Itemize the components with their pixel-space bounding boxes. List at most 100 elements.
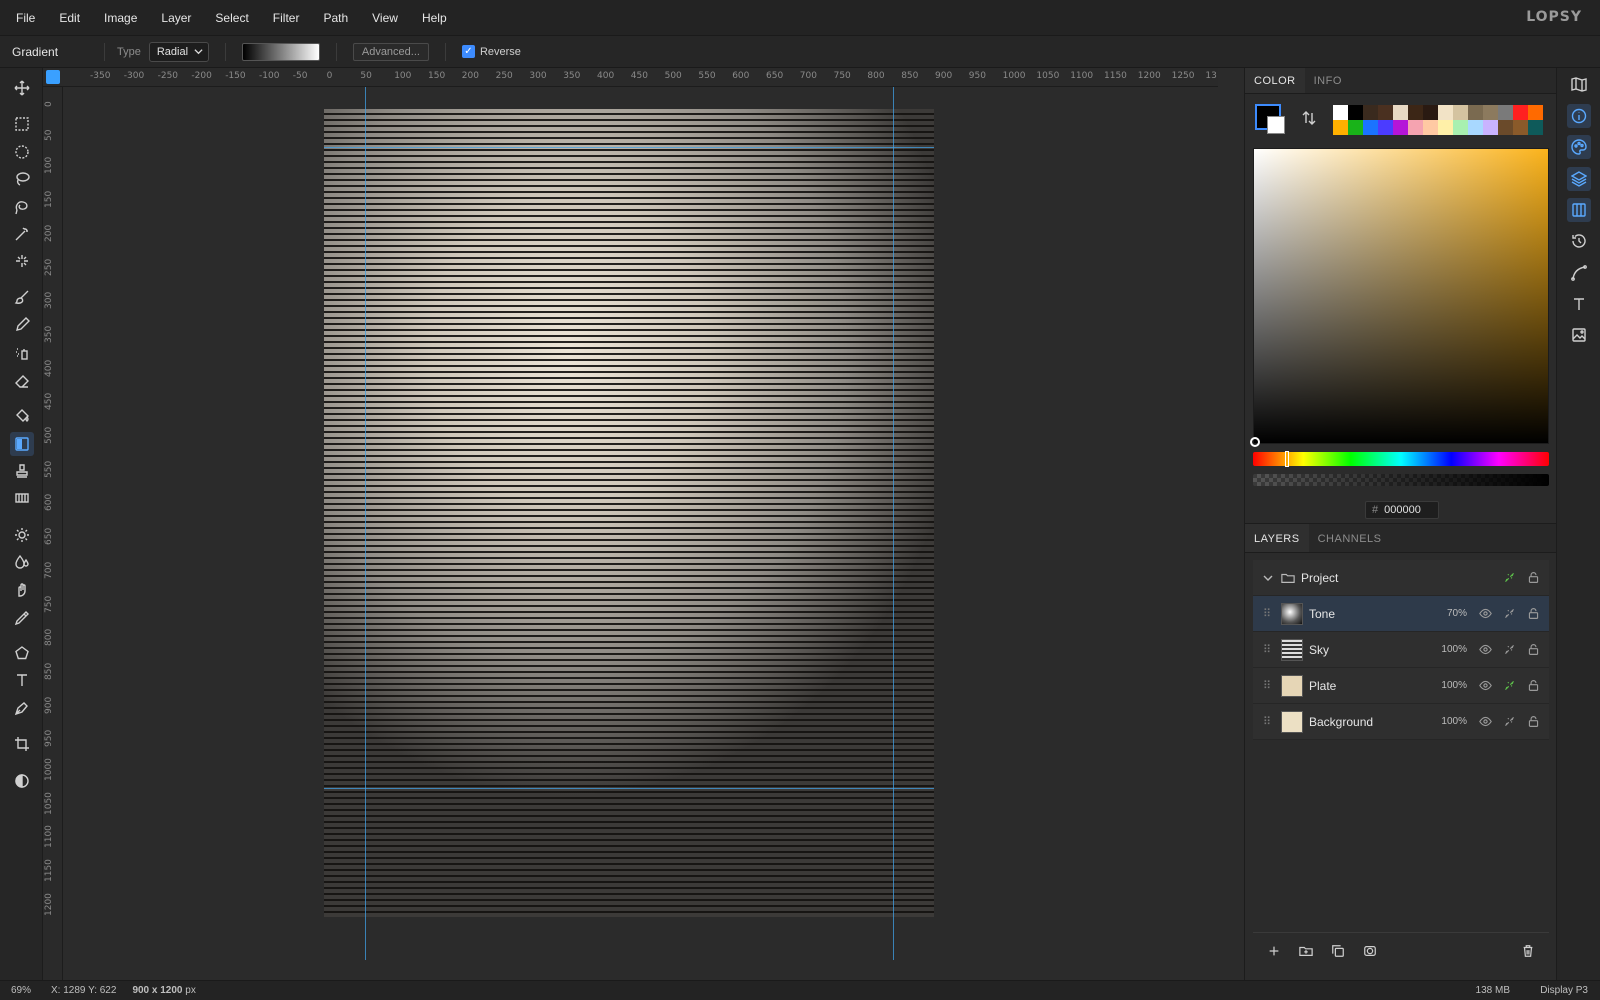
gradient-type-select[interactable]: Radial	[148, 41, 209, 62]
palette-swatch[interactable]	[1348, 120, 1363, 135]
link-toggle[interactable]	[1501, 606, 1517, 622]
guide-vertical[interactable]	[365, 87, 366, 960]
horizontal-ruler[interactable]: -350 -300 -250 -200 -150 -100 -50 0 50 100 150 200 2…	[43, 68, 1218, 87]
character-panel-button[interactable]	[1567, 292, 1591, 316]
palette-swatch[interactable]	[1513, 120, 1528, 135]
menu-help[interactable]: Help	[410, 0, 459, 36]
lock-toggle[interactable]	[1525, 678, 1541, 694]
guide-vertical[interactable]	[893, 87, 894, 960]
palette-swatch[interactable]	[1408, 120, 1423, 135]
visibility-toggle[interactable]	[1477, 714, 1493, 730]
eyedropper-tool[interactable]	[10, 606, 34, 630]
bucket-tool[interactable]	[10, 404, 34, 428]
text-tool[interactable]	[10, 668, 34, 692]
navigator-panel-button[interactable]	[1567, 72, 1591, 96]
link-toggle[interactable]	[1501, 570, 1517, 586]
reverse-checkbox[interactable]: ✓	[461, 45, 475, 58]
swap-colors-button[interactable]	[1301, 110, 1317, 129]
magic-wand-tool[interactable]	[10, 222, 34, 246]
palette-swatch[interactable]	[1363, 105, 1378, 120]
layers-panel-button[interactable]	[1567, 167, 1591, 191]
rect-select-tool[interactable]	[10, 112, 34, 136]
menu-layer[interactable]: Layer	[149, 0, 203, 36]
advanced-button[interactable]: Advanced...	[352, 42, 429, 61]
menu-filter[interactable]: Filter	[261, 0, 312, 36]
lock-toggle[interactable]	[1525, 606, 1541, 622]
mask-layer-button[interactable]	[1359, 940, 1381, 962]
canvas-viewport[interactable]	[63, 87, 1218, 960]
dodge-tool[interactable]	[10, 523, 34, 547]
palette-swatch[interactable]	[1453, 105, 1468, 120]
palette-swatch[interactable]	[1363, 120, 1378, 135]
layer-group-row[interactable]: Project	[1253, 560, 1549, 596]
palette-swatch[interactable]	[1468, 105, 1483, 120]
menu-file[interactable]: File	[0, 0, 47, 36]
palette-swatch[interactable]	[1498, 120, 1513, 135]
visibility-toggle[interactable]	[1477, 642, 1493, 658]
spray-tool[interactable]	[10, 341, 34, 365]
pencil-tool[interactable]	[10, 313, 34, 337]
pattern-tool[interactable]	[10, 486, 34, 510]
palette-swatch[interactable]	[1333, 120, 1348, 135]
layer-row[interactable]: ⠿ Tone 70%	[1253, 596, 1549, 632]
lock-toggle[interactable]	[1525, 642, 1541, 658]
layer-opacity[interactable]: 100%	[1427, 716, 1467, 727]
drag-handle-icon[interactable]: ⠿	[1257, 715, 1277, 728]
zoom-level[interactable]: 69%	[0, 985, 43, 996]
lock-toggle[interactable]	[1525, 570, 1541, 586]
new-group-button[interactable]	[1295, 940, 1317, 962]
palette-swatch[interactable]	[1378, 120, 1393, 135]
link-toggle[interactable]	[1501, 714, 1517, 730]
palette-swatch[interactable]	[1423, 120, 1438, 135]
background-color-swatch[interactable]	[1267, 116, 1285, 134]
palette-swatch[interactable]	[1348, 105, 1363, 120]
crop-tool[interactable]	[10, 732, 34, 756]
layer-opacity[interactable]: 100%	[1427, 644, 1467, 655]
layer-row[interactable]: ⠿ Plate 100%	[1253, 668, 1549, 704]
eraser-tool[interactable]	[10, 369, 34, 393]
paths-panel-button[interactable]	[1567, 261, 1591, 285]
palette-swatch[interactable]	[1528, 120, 1543, 135]
gradient-preview[interactable]	[241, 42, 320, 61]
palette-swatch[interactable]	[1378, 105, 1393, 120]
info-panel-button[interactable]	[1567, 104, 1591, 128]
palette-swatch[interactable]	[1408, 105, 1423, 120]
blur-tool[interactable]	[10, 550, 34, 574]
drag-handle-icon[interactable]: ⠿	[1257, 643, 1277, 656]
picker-handle[interactable]	[1250, 437, 1260, 447]
layer-opacity[interactable]: 70%	[1427, 608, 1467, 619]
palette-swatch[interactable]	[1438, 120, 1453, 135]
palette-swatch[interactable]	[1498, 105, 1513, 120]
vertical-ruler[interactable]: 0 50 100 150 200 250 300 350 400 450 500 550 600 650 7…	[43, 87, 63, 980]
menu-view[interactable]: View	[360, 0, 410, 36]
palette-swatch[interactable]	[1423, 105, 1438, 120]
palette-swatch[interactable]	[1438, 105, 1453, 120]
menu-select[interactable]: Select	[203, 0, 260, 36]
lasso-tool[interactable]	[10, 167, 34, 191]
hue-slider-handle[interactable]	[1285, 451, 1289, 467]
palette-swatch[interactable]	[1333, 105, 1348, 120]
ruler-origin-corner[interactable]	[46, 70, 60, 84]
palette-swatch[interactable]	[1393, 120, 1408, 135]
menu-edit[interactable]: Edit	[47, 0, 92, 36]
smudge-tool[interactable]	[10, 578, 34, 602]
palette-swatch[interactable]	[1393, 105, 1408, 120]
new-layer-button[interactable]	[1263, 940, 1285, 962]
contrast-tool[interactable]	[10, 769, 34, 793]
hex-input[interactable]: # 000000	[1365, 501, 1439, 519]
palette-swatch[interactable]	[1528, 105, 1543, 120]
tab-color[interactable]: COLOR	[1245, 68, 1305, 93]
layer-row[interactable]: ⠿ Background 100%	[1253, 704, 1549, 740]
color-panel-button[interactable]	[1567, 135, 1591, 159]
tab-channels[interactable]: CHANNELS	[1309, 524, 1391, 552]
brush-tool[interactable]	[10, 285, 34, 309]
guide-horizontal[interactable]	[324, 147, 934, 148]
guide-horizontal[interactable]	[324, 788, 934, 789]
menu-image[interactable]: Image	[92, 0, 149, 36]
palette-swatch[interactable]	[1483, 120, 1498, 135]
ellipse-select-tool[interactable]	[10, 140, 34, 164]
tab-layers[interactable]: LAYERS	[1245, 524, 1309, 552]
shape-tool[interactable]	[10, 641, 34, 665]
drag-handle-icon[interactable]: ⠿	[1257, 679, 1277, 692]
palette-swatch[interactable]	[1453, 120, 1468, 135]
